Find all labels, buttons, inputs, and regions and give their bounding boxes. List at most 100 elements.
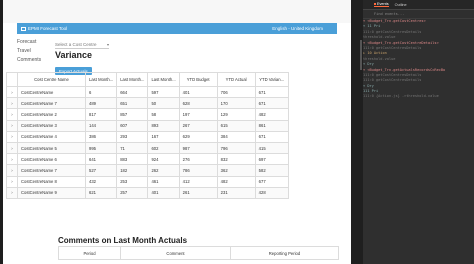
value-cell: 796 xyxy=(216,141,256,155)
value-cell: 697 xyxy=(254,153,289,166)
value-cell: 261 xyxy=(178,186,218,199)
column-header[interactable]: Last Month... xyxy=(147,72,180,87)
table-row[interactable]: › CostCentreName 8 432 253 461 412 482 677 xyxy=(6,175,289,188)
sidebar-item-forecast[interactable]: Forecast xyxy=(17,38,51,47)
comments-table: Period Comment Reporting Period xyxy=(58,246,339,260)
cost-centre-name-cell: CostCentreName 9 xyxy=(17,186,86,199)
expand-row-icon[interactable]: › xyxy=(6,85,18,99)
column-header[interactable]: Cost Centre Name xyxy=(17,72,86,87)
expand-row-icon[interactable]: › xyxy=(6,108,18,121)
expand-row-icon[interactable]: › xyxy=(6,164,18,177)
value-cell: 832 xyxy=(216,153,256,166)
scrollbar[interactable] xyxy=(360,40,362,70)
value-cell: 602 xyxy=(147,141,180,155)
value-cell: 50 xyxy=(147,97,180,110)
devtools-panel: Events Outline Find events... ▾ <Budget_… xyxy=(363,0,474,264)
comments-col-comment[interactable]: Comment xyxy=(120,246,231,260)
value-cell: 401 xyxy=(147,186,180,199)
value-cell: 432 xyxy=(84,175,118,188)
column-header[interactable]: Last Month... xyxy=(84,72,118,87)
value-cell: 401 xyxy=(178,85,218,99)
table-row[interactable]: › CostCentreName 4 386 293 167 629 384 671 xyxy=(6,130,289,143)
expand-row-icon[interactable]: › xyxy=(6,130,18,143)
app-brand[interactable]: EPMI Forecast Tool xyxy=(21,26,67,31)
value-cell: 817 xyxy=(84,108,118,121)
value-cell: 461 xyxy=(147,175,180,188)
column-header[interactable]: YTD Varian... xyxy=(254,72,289,87)
value-cell: 415 xyxy=(254,141,289,155)
value-cell: 384 xyxy=(216,130,256,143)
event-log: ▾ <Budget_Trn.getCostCentres> ▾ 11 Pri 1… xyxy=(363,19,474,100)
expand-row-icon[interactable]: › xyxy=(6,97,18,110)
expand-row-icon[interactable]: › xyxy=(6,175,18,188)
value-cell: 671 xyxy=(254,85,289,99)
sidebar-item-travel[interactable]: Travel xyxy=(17,47,51,56)
value-cell: 412 xyxy=(178,175,218,188)
expand-row-icon[interactable]: › xyxy=(6,186,18,199)
sidebar-item-comments[interactable]: Comments xyxy=(17,56,51,65)
table-row[interactable]: › CostCentreName 7 489 651 50 628 170 671 xyxy=(6,97,289,110)
cost-centre-name-cell: CostCentreName xyxy=(17,85,86,99)
cost-centre-name-cell: CostCentreName 8 xyxy=(17,175,86,188)
value-cell: 253 xyxy=(116,175,149,188)
value-cell: 857 xyxy=(116,108,149,121)
tab-outline[interactable]: Outline xyxy=(395,3,407,7)
app-logo-icon xyxy=(21,26,26,31)
value-cell: 629 xyxy=(178,130,218,143)
comments-col-period[interactable]: Period xyxy=(58,246,121,260)
value-cell: 482 xyxy=(216,175,256,188)
value-cell: 677 xyxy=(254,175,289,188)
value-cell: 893 xyxy=(147,119,180,132)
value-cell: 257 xyxy=(116,186,149,199)
cost-centre-name-cell: CostCentreName 7 xyxy=(17,164,86,177)
value-cell: 428 xyxy=(254,186,289,199)
value-cell: 170 xyxy=(216,97,256,110)
cost-centre-placeholder: Select a Cost Centre xyxy=(55,42,97,47)
events-dot-icon xyxy=(374,3,376,5)
value-cell: 995 xyxy=(84,141,118,155)
value-cell: 641 xyxy=(84,153,118,166)
sidebar-nav: Forecast Travel Comments xyxy=(17,38,51,65)
column-header[interactable]: Last Month... xyxy=(116,72,149,87)
comments-col-reporting-period[interactable]: Reporting Period xyxy=(230,246,339,260)
table-row[interactable]: › CostCentreName 3 144 607 893 267 615 861 xyxy=(6,119,289,132)
expand-row-icon[interactable]: › xyxy=(6,153,18,166)
value-cell: 71 xyxy=(116,141,149,155)
value-cell: 628 xyxy=(178,97,218,110)
value-cell: 786 xyxy=(178,164,218,177)
value-cell: 182 xyxy=(116,164,149,177)
value-cell: 582 xyxy=(254,164,289,177)
table-row[interactable]: › CostCentreName 6 641 883 924 276 832 697 xyxy=(6,153,289,166)
table-row[interactable]: › CostCentreName 9 621 257 401 261 231 428 xyxy=(6,186,289,199)
value-cell: 267 xyxy=(178,119,218,132)
value-cell: 144 xyxy=(84,119,118,132)
column-header[interactable] xyxy=(6,72,18,87)
value-cell: 293 xyxy=(116,130,149,143)
value-cell: 607 xyxy=(116,119,149,132)
value-cell: 706 xyxy=(216,85,256,99)
value-cell: 597 xyxy=(147,85,180,99)
event-log-line[interactable]: 111:0 {Action.js} ->threshold.value xyxy=(363,94,474,99)
expand-row-icon[interactable]: › xyxy=(6,119,18,132)
value-cell: 386 xyxy=(84,130,118,143)
comments-heading: Comments on Last Month Actuals xyxy=(58,236,188,245)
tab-events-label: Events xyxy=(377,2,389,6)
cost-centre-name-cell: CostCentreName 6 xyxy=(17,153,86,166)
column-header[interactable]: YTD Budget xyxy=(178,72,218,87)
table-row[interactable]: › CostCentreName 2 817 857 58 197 129 482 xyxy=(6,108,289,121)
value-cell: 362 xyxy=(216,164,256,177)
table-row[interactable]: › CostCentreName 7 527 182 262 786 362 582 xyxy=(6,164,289,177)
column-header[interactable]: YTD Actual xyxy=(216,72,256,87)
cost-centre-name-cell: CostCentreName 4 xyxy=(17,130,86,143)
value-cell: 276 xyxy=(178,153,218,166)
value-cell: 231 xyxy=(216,186,256,199)
table-row[interactable]: › CostCentreName 6 664 597 401 706 671 xyxy=(6,85,289,99)
expand-row-icon[interactable]: › xyxy=(6,141,18,155)
table-row[interactable]: › CostCentreName 5 995 71 602 987 796 415 xyxy=(6,141,289,155)
language-selector[interactable]: English - United Kingdom xyxy=(272,26,323,31)
event-filter-input[interactable]: Find events... xyxy=(363,10,474,19)
cost-centre-select[interactable]: Select a Cost Centre ▾ xyxy=(55,42,109,49)
value-cell: 167 xyxy=(147,130,180,143)
app-title: EPMI Forecast Tool xyxy=(28,26,68,31)
tab-events[interactable]: Events xyxy=(374,2,389,7)
